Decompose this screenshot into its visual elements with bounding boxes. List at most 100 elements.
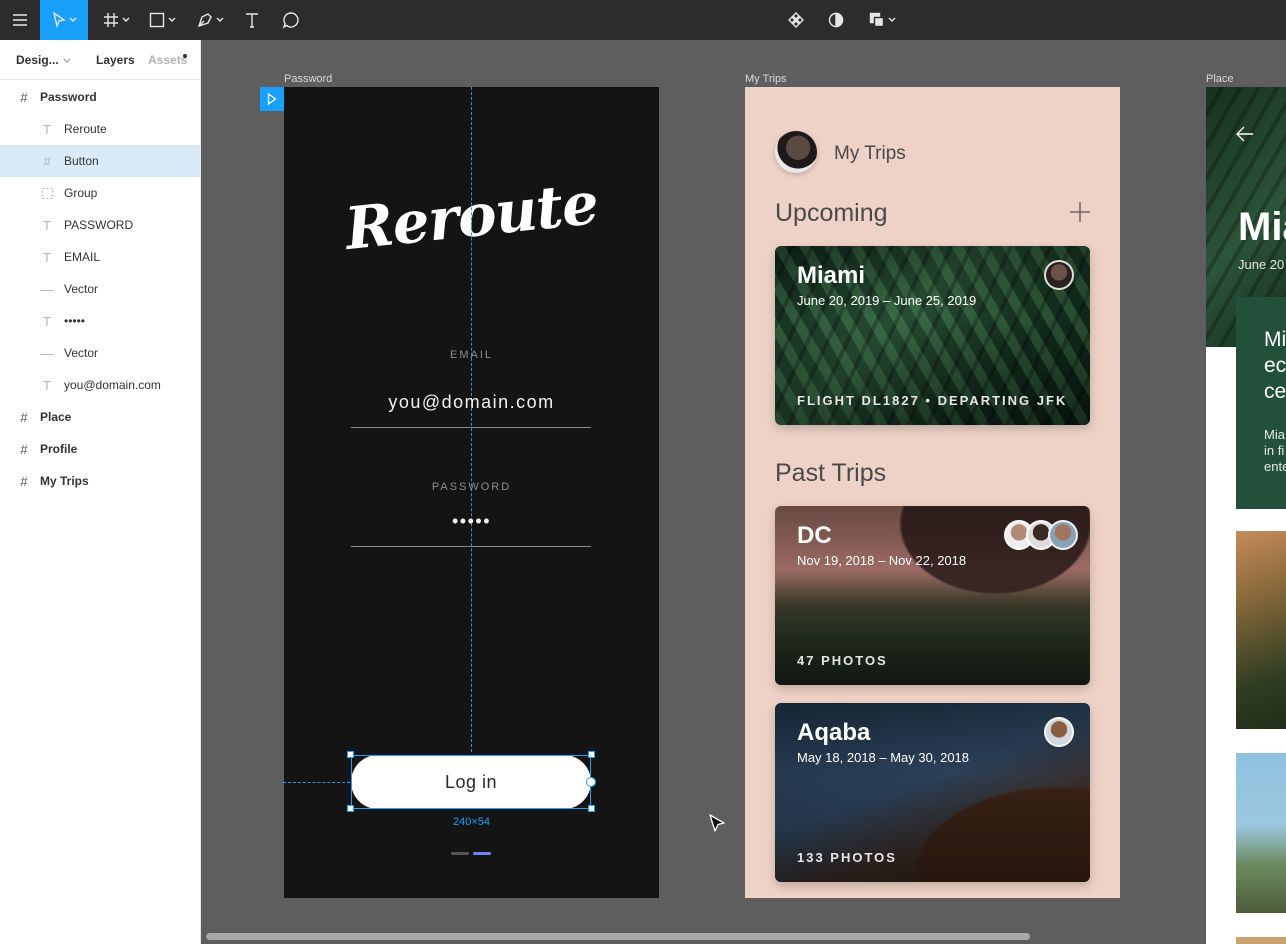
layer-place[interactable]: # Place bbox=[0, 401, 200, 433]
page-indicator bbox=[451, 852, 469, 855]
place-info-card: Mi ec ce Mia in fi ente bbox=[1236, 297, 1286, 509]
layer-dots-text[interactable]: T ••••• bbox=[0, 305, 200, 337]
layer-label: Group bbox=[64, 186, 98, 200]
size-label: 240×54 bbox=[452, 816, 490, 828]
password-underline bbox=[351, 546, 591, 547]
password-frame[interactable]: Reroute EMAIL you@domain.com PASSWORD ••… bbox=[284, 87, 659, 898]
frame-icon: # bbox=[43, 153, 51, 169]
headline-line: ec bbox=[1264, 354, 1286, 377]
layer-label: Password bbox=[40, 90, 97, 104]
resize-handle[interactable] bbox=[588, 805, 595, 812]
move-tool-icon[interactable] bbox=[40, 0, 88, 40]
avatar bbox=[1048, 520, 1078, 550]
layer-label: Vector bbox=[64, 346, 99, 360]
layer-label: Reroute bbox=[64, 122, 107, 136]
layer-password[interactable]: # Password bbox=[0, 81, 200, 113]
component-icon[interactable] bbox=[782, 0, 810, 40]
card-footer: 133 PHOTOS bbox=[797, 850, 897, 865]
layer-vector[interactable]: — Vector bbox=[0, 337, 200, 369]
mask-icon[interactable] bbox=[822, 0, 850, 40]
toolbar bbox=[0, 0, 1286, 40]
layer-reroute[interactable]: T Reroute bbox=[0, 113, 200, 145]
avatar[interactable] bbox=[775, 131, 817, 173]
center-guide bbox=[471, 87, 472, 752]
text-tool-icon[interactable] bbox=[238, 0, 266, 40]
menu-icon[interactable] bbox=[0, 0, 40, 40]
card-title: Miami bbox=[797, 262, 866, 289]
layer-password-text[interactable]: T PASSWORD bbox=[0, 209, 200, 241]
frame-label-password[interactable]: Password bbox=[284, 73, 332, 85]
vector-icon: — bbox=[40, 281, 54, 297]
layer-group[interactable]: Group bbox=[0, 177, 200, 209]
prototype-start-icon[interactable] bbox=[260, 87, 284, 111]
place-headline: Mi ec ce bbox=[1264, 327, 1286, 405]
plus-icon[interactable] bbox=[1069, 201, 1091, 223]
layer-my-trips[interactable]: # My Trips bbox=[0, 465, 200, 497]
text-layer-icon: T bbox=[43, 377, 51, 393]
boolean-icon[interactable] bbox=[862, 0, 902, 40]
place-dates: June 20 bbox=[1238, 257, 1285, 272]
pen-tool-icon[interactable] bbox=[190, 0, 230, 40]
my-trips-frame[interactable]: My Trips Upcoming Miami June 20, 2019 – … bbox=[745, 87, 1120, 898]
text-layer-icon: T bbox=[43, 249, 51, 265]
place-photo bbox=[1236, 531, 1286, 729]
layer-button[interactable]: # Button bbox=[0, 145, 200, 177]
avatar bbox=[1044, 717, 1074, 747]
text-layer-icon: T bbox=[43, 313, 51, 329]
place-photo bbox=[1236, 937, 1286, 944]
prototype-connection-handle[interactable] bbox=[586, 777, 596, 787]
back-arrow-icon[interactable] bbox=[1236, 125, 1254, 143]
card-footer: 47 PHOTOS bbox=[797, 653, 888, 668]
resize-handle[interactable] bbox=[588, 751, 595, 758]
resize-handle[interactable] bbox=[347, 751, 354, 758]
comment-tool-icon[interactable] bbox=[276, 0, 306, 40]
layer-email-value-text[interactable]: T you@domain.com bbox=[0, 369, 200, 401]
card-dates: Nov 19, 2018 – Nov 22, 2018 bbox=[797, 553, 967, 568]
tab-assets[interactable]: Assets bbox=[148, 53, 187, 67]
layer-email-text[interactable]: T EMAIL bbox=[0, 241, 200, 273]
layer-label: ••••• bbox=[64, 314, 86, 328]
upcoming-title: Upcoming bbox=[775, 199, 888, 227]
trip-card-aqaba[interactable]: Aqaba May 18, 2018 – May 30, 2018 133 PH… bbox=[775, 703, 1090, 882]
shape-tool-icon[interactable] bbox=[142, 0, 182, 40]
tab-design[interactable]: Desig... bbox=[16, 53, 59, 67]
card-dates: June 20, 2019 – June 25, 2019 bbox=[797, 293, 977, 308]
body-line: ente bbox=[1264, 459, 1286, 474]
frame-tool-icon[interactable] bbox=[96, 0, 136, 40]
chevron-down-icon[interactable] bbox=[63, 58, 71, 64]
resize-handle[interactable] bbox=[347, 805, 354, 812]
layer-label: Profile bbox=[40, 442, 78, 456]
headline-line: Mi bbox=[1264, 328, 1286, 351]
layer-label: PASSWORD bbox=[64, 218, 134, 232]
layer-vector[interactable]: — Vector bbox=[0, 273, 200, 305]
page-title: My Trips bbox=[834, 143, 906, 164]
layer-label: Place bbox=[40, 410, 72, 424]
tab-layers[interactable]: Layers bbox=[96, 53, 135, 67]
layer-label: you@domain.com bbox=[64, 378, 161, 392]
horizontal-scrollbar[interactable] bbox=[206, 933, 1030, 940]
frame-label-trips[interactable]: My Trips bbox=[745, 73, 787, 85]
text-layer-icon: T bbox=[43, 121, 51, 137]
layer-profile[interactable]: # Profile bbox=[0, 433, 200, 465]
place-frame[interactable]: Mia June 20 Mi ec ce Mia in fi ente bbox=[1206, 87, 1286, 944]
trip-card-miami[interactable]: Miami June 20, 2019 – June 25, 2019 FLIG… bbox=[775, 246, 1090, 425]
email-field[interactable]: you@domain.com bbox=[284, 392, 659, 413]
frame-label-place[interactable]: Place bbox=[1206, 73, 1234, 85]
figma-app: Desig... Layers Assets # Password T Rero… bbox=[0, 0, 1286, 944]
login-button[interactable]: Log in bbox=[351, 755, 591, 809]
frame-icon: # bbox=[20, 89, 28, 105]
page-indicator-active bbox=[473, 852, 491, 855]
card-title: DC bbox=[797, 522, 832, 549]
place-photo bbox=[1236, 753, 1286, 913]
card-footer: FLIGHT DL1827 • DEPARTING JFK bbox=[797, 393, 1068, 408]
layer-label: Button bbox=[64, 154, 99, 168]
trip-card-dc[interactable]: DC Nov 19, 2018 – Nov 22, 2018 47 PHOTOS bbox=[775, 506, 1090, 685]
past-trips-title: Past Trips bbox=[775, 459, 887, 487]
body-line: Mia bbox=[1264, 427, 1285, 442]
password-field[interactable]: ••••• bbox=[284, 511, 659, 532]
card-title: Aqaba bbox=[797, 719, 871, 746]
layers-panel: Desig... Layers Assets # Password T Rero… bbox=[0, 40, 201, 944]
vector-icon: — bbox=[40, 345, 54, 361]
canvas[interactable]: Password My Trips Place Reroute EMAIL yo… bbox=[201, 40, 1286, 944]
avatar bbox=[1044, 260, 1074, 290]
